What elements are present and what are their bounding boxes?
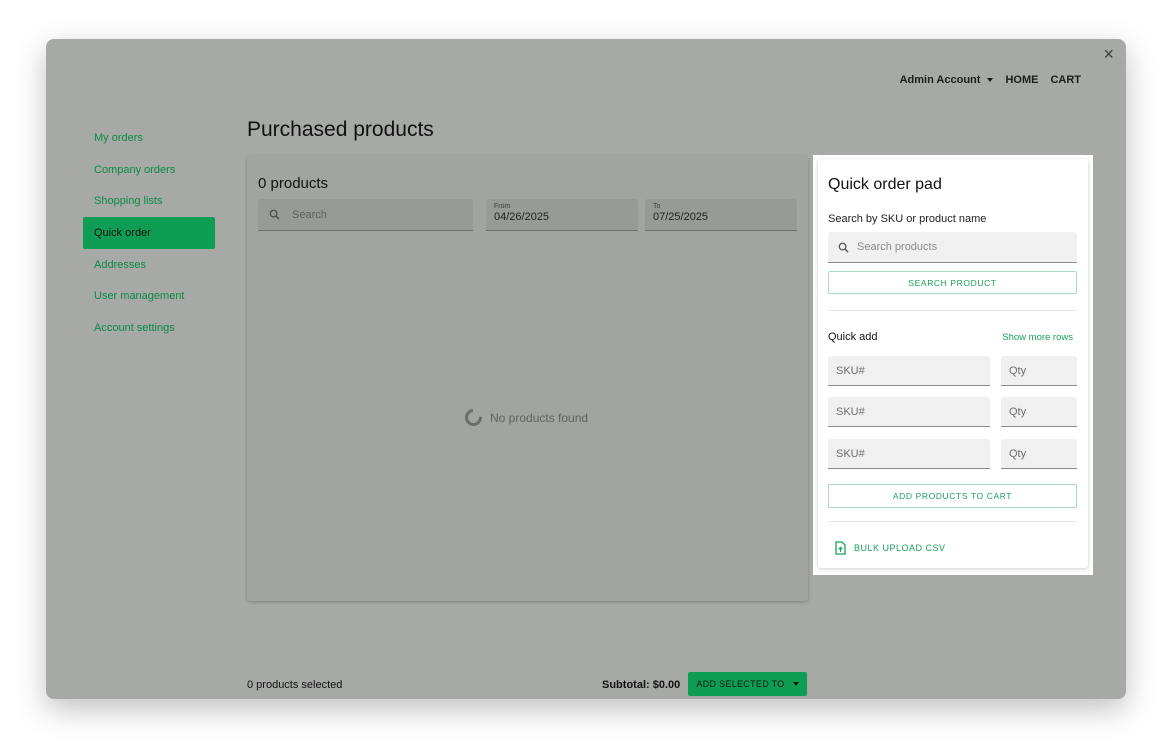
from-date-field[interactable]: From 04/26/2025: [486, 199, 638, 231]
file-upload-icon: [835, 541, 846, 555]
quick-order-search-input[interactable]: Search products: [828, 232, 1077, 263]
sku-input-2[interactable]: SKU#: [828, 397, 990, 427]
account-menu[interactable]: Admin Account: [900, 74, 994, 86]
quick-order-search-placeholder: Search products: [857, 241, 938, 253]
products-card: 0 products Search From 04/26/2025 To 07/…: [247, 156, 808, 601]
sidebar-item-quick-order[interactable]: Quick order: [83, 217, 215, 249]
selected-count: 0 products selected: [247, 679, 343, 691]
search-icon: [269, 209, 280, 220]
search-placeholder: Search: [292, 208, 327, 221]
top-navigation: Admin Account HOME CART: [900, 74, 1081, 86]
divider: [828, 521, 1077, 522]
loading-spinner-icon: [461, 405, 486, 430]
sku-input-3[interactable]: SKU#: [828, 439, 990, 469]
products-search-input[interactable]: Search: [258, 199, 473, 231]
to-date-label: To: [653, 203, 661, 210]
add-selected-to-label: ADD SELECTED TO: [696, 679, 785, 689]
sku-input-1[interactable]: SKU#: [828, 356, 990, 386]
qty-input-1[interactable]: Qty: [1001, 356, 1077, 386]
qty-input-2[interactable]: Qty: [1001, 397, 1077, 427]
subtotal: Subtotal: $0.00: [602, 679, 681, 691]
account-menu-label: Admin Account: [899, 74, 981, 86]
sidebar-item-shopping-lists[interactable]: Shopping lists: [83, 185, 215, 217]
page-title: Purchased products: [247, 118, 434, 141]
products-count: 0 products: [258, 175, 329, 192]
show-more-rows-link[interactable]: Show more rows: [1002, 332, 1073, 343]
home-link[interactable]: HOME: [1005, 74, 1038, 86]
sidebar-item-company-orders[interactable]: Company orders: [83, 154, 215, 186]
sidebar-item-my-orders[interactable]: My orders: [83, 122, 215, 154]
empty-state: No products found: [461, 405, 589, 430]
quick-order-panel-highlight: Quick order pad Search by SKU or product…: [813, 155, 1093, 575]
bulk-upload-csv-label: BULK UPLOAD CSV: [854, 543, 946, 553]
quick-order-pad: Quick order pad Search by SKU or product…: [818, 159, 1088, 568]
to-date-field[interactable]: To 07/25/2025: [645, 199, 797, 231]
from-date-value: 04/26/2025: [494, 211, 550, 223]
sidebar-item-user-management[interactable]: User management: [83, 280, 215, 312]
search-product-button[interactable]: SEARCH PRODUCT: [828, 271, 1077, 294]
from-date-label: From: [494, 203, 511, 210]
divider: [828, 310, 1077, 311]
cart-link[interactable]: CART: [1050, 74, 1081, 86]
account-sidebar: My orders Company orders Shopping lists …: [83, 122, 215, 344]
add-products-to-cart-button[interactable]: ADD PRODUCTS TO CART: [828, 484, 1077, 508]
close-icon[interactable]: ×: [1103, 45, 1114, 63]
empty-state-text: No products found: [490, 410, 589, 425]
quick-add-label: Quick add: [828, 331, 878, 343]
quick-order-search-label: Search by SKU or product name: [828, 213, 987, 225]
qty-input-3[interactable]: Qty: [1001, 439, 1077, 469]
caret-down-icon: [987, 78, 994, 82]
quick-order-title: Quick order pad: [828, 176, 942, 193]
caret-down-icon: [792, 682, 799, 686]
sidebar-item-addresses[interactable]: Addresses: [83, 249, 215, 281]
add-selected-to-button[interactable]: ADD SELECTED TO: [688, 672, 807, 696]
sidebar-item-account-settings[interactable]: Account settings: [83, 312, 215, 344]
bulk-upload-csv-button[interactable]: BULK UPLOAD CSV: [835, 541, 946, 555]
to-date-value: 07/25/2025: [653, 211, 709, 223]
search-icon: [838, 242, 849, 253]
